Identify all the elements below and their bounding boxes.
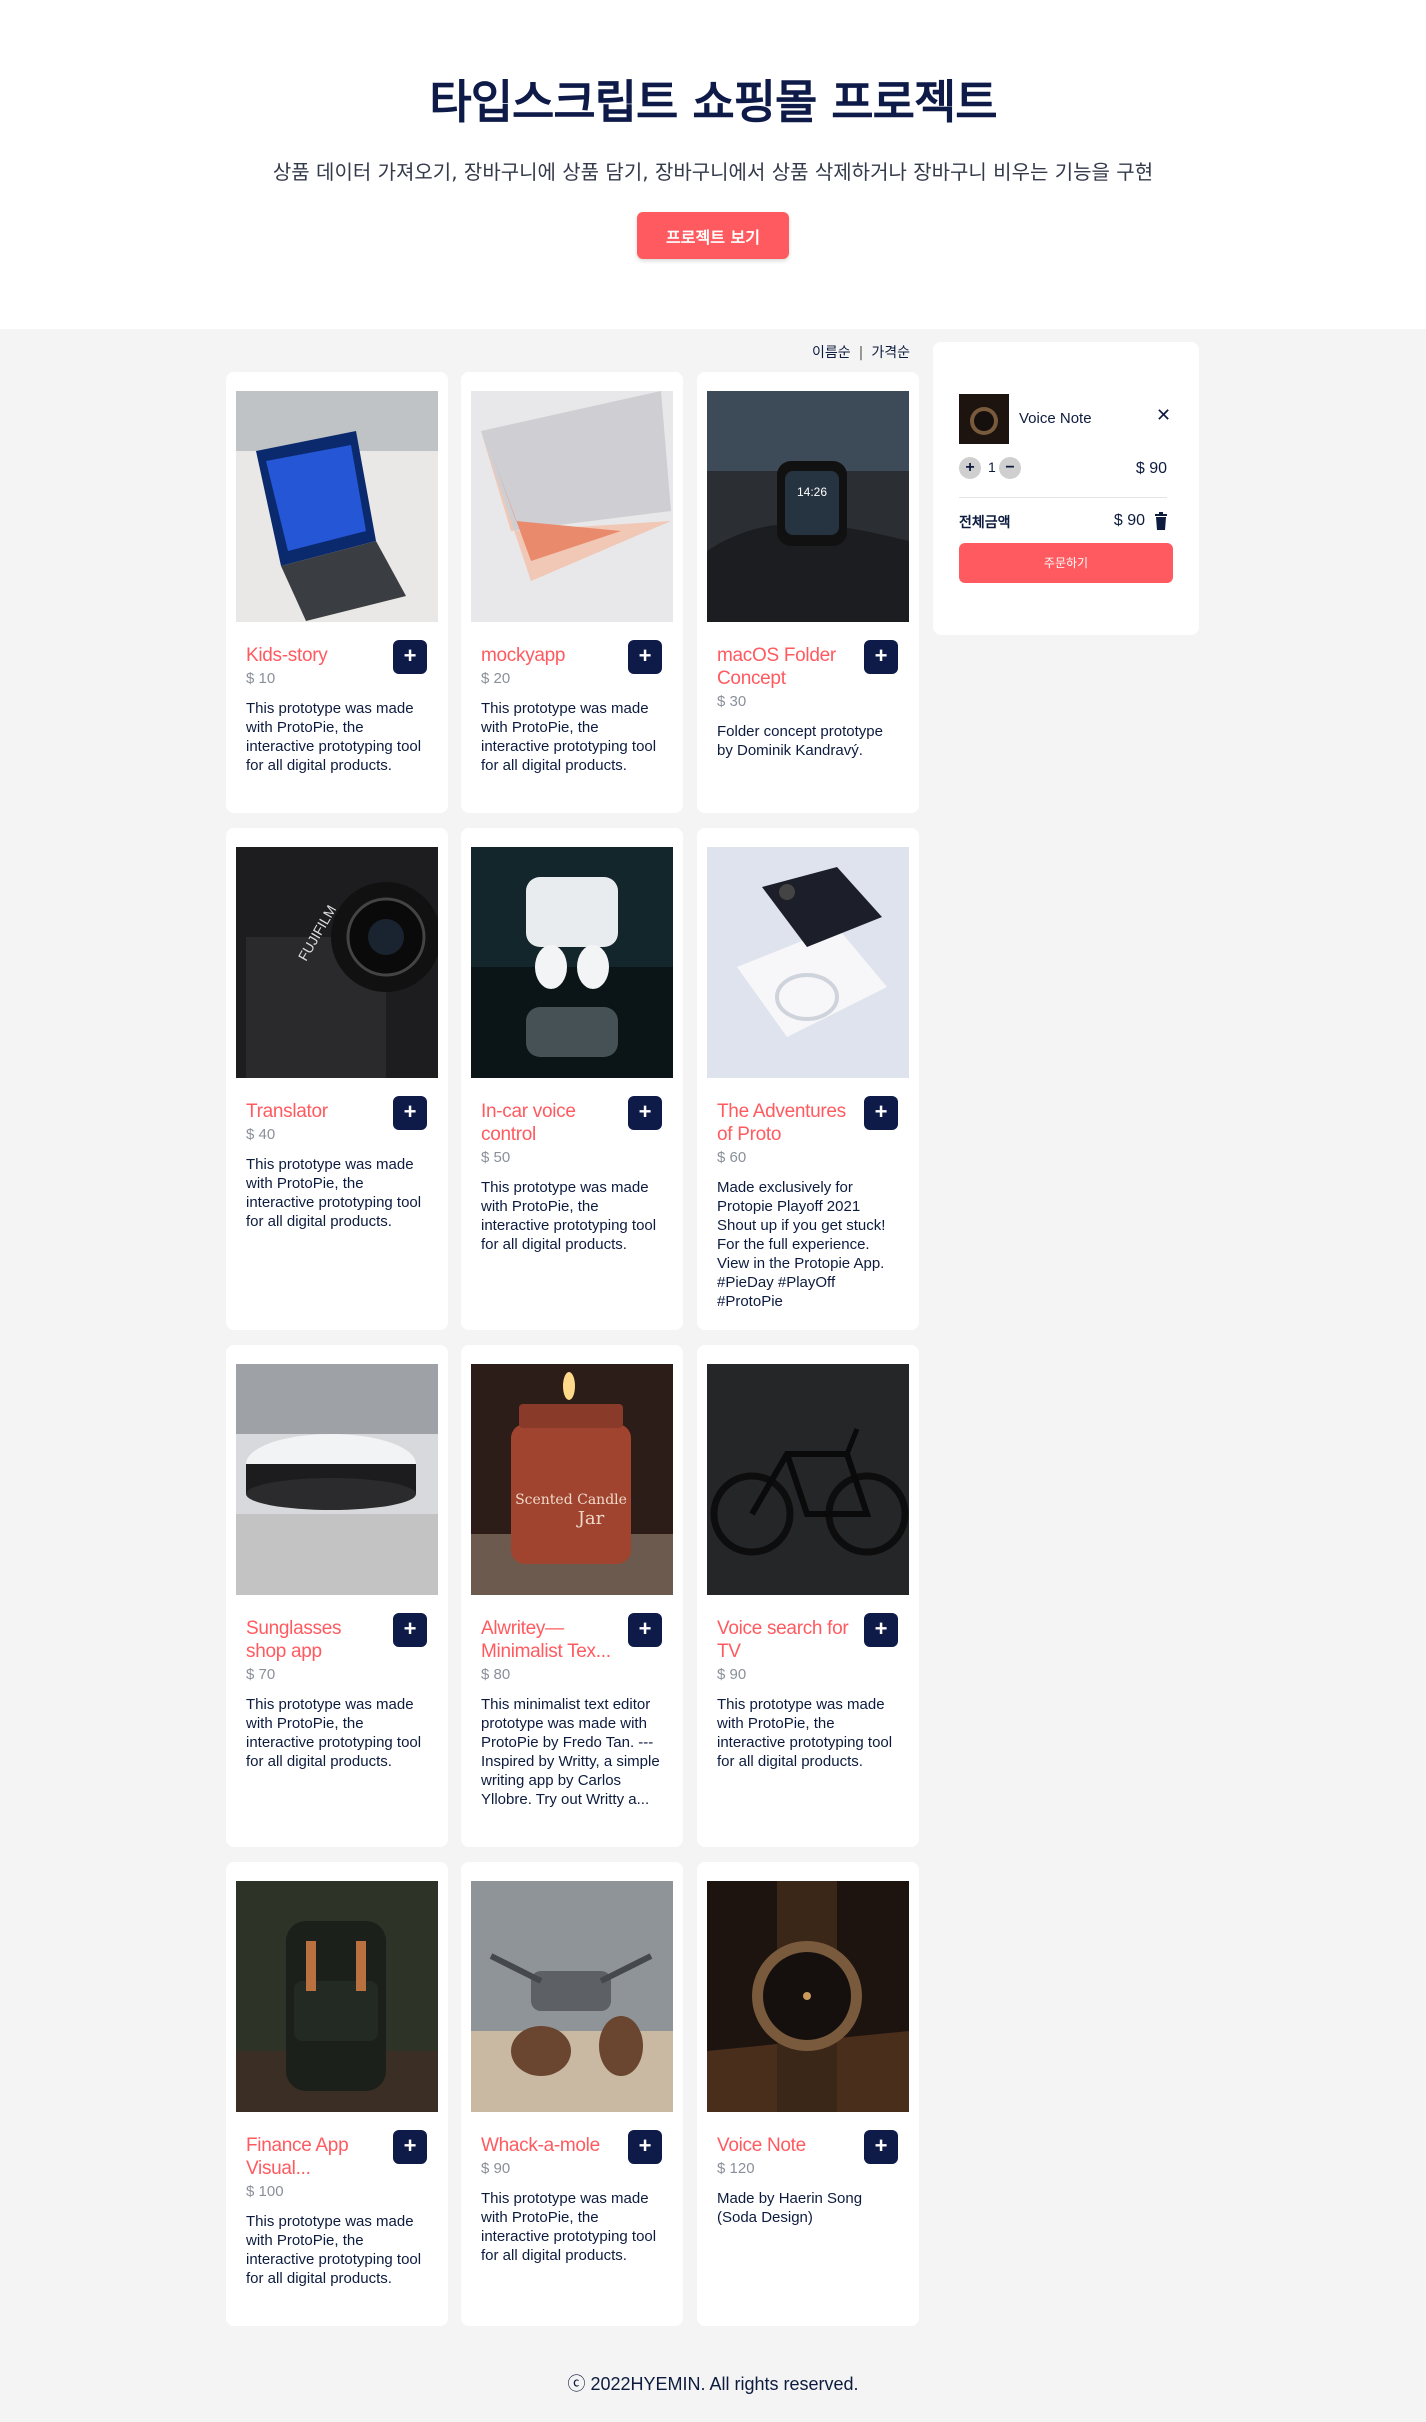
- hero-section: 타입스크립트 쇼핑몰 프로젝트 상품 데이터 가져오기, 장바구니에 상품 담기…: [0, 0, 1426, 329]
- svg-text:14:26: 14:26: [797, 485, 827, 499]
- wristwatch-icon: [959, 394, 1009, 444]
- product-description: This prototype was made with ProtoPie, t…: [481, 2190, 657, 2264]
- camera-icon: FUJIFILM: [236, 847, 438, 1078]
- product-description: This prototype was made with ProtoPie, t…: [481, 700, 657, 774]
- tablet-icon: [236, 391, 438, 622]
- product-card[interactable]: In-car voice control + $ 50 This prototy…: [461, 828, 683, 1330]
- product-card[interactable]: 14:26 macOS Folder Concept + $ 30 Folder…: [697, 372, 919, 813]
- product-card[interactable]: Kids-story + $ 10 This prototype was mad…: [226, 372, 448, 813]
- product-price: $ 70: [246, 1666, 276, 1683]
- product-name: In-car voice control: [481, 1101, 576, 1145]
- sort-by-price-button[interactable]: 가격순: [871, 345, 910, 361]
- remove-item-button[interactable]: ✕: [1156, 405, 1171, 426]
- product-price: $ 100: [246, 2183, 284, 2200]
- product-price: $ 120: [717, 2160, 755, 2177]
- sort-separator: |: [858, 345, 864, 361]
- product-description: This prototype was made with ProtoPie, t…: [481, 1179, 657, 1253]
- add-to-cart-button[interactable]: +: [628, 1096, 662, 1130]
- product-card[interactable]: Voice search for TV + $ 90 This prototyp…: [697, 1345, 919, 1847]
- product-description: This prototype was made with ProtoPie, t…: [246, 1156, 422, 1230]
- phone-icon: [707, 847, 909, 1078]
- view-project-button[interactable]: 프로젝트 보기: [637, 212, 789, 259]
- product-price: $ 40: [246, 1126, 276, 1143]
- product-card[interactable]: Whack-a-mole + $ 90 This prototype was m…: [461, 1862, 683, 2326]
- product-price: $ 20: [481, 670, 511, 687]
- product-description: This prototype was made with ProtoPie, t…: [246, 2213, 422, 2287]
- product-name: Voice search for TV: [717, 1618, 849, 1662]
- svg-text:Scented Candle: Scented Candle: [515, 1492, 627, 1508]
- add-to-cart-button[interactable]: +: [628, 1613, 662, 1647]
- product-card[interactable]: Voice Note + $ 120 Made by Haerin Song (…: [697, 1862, 919, 2326]
- drone-icon: [471, 1881, 673, 2112]
- add-to-cart-button[interactable]: +: [393, 1096, 427, 1130]
- product-description: Made by Haerin Song (Soda Design): [717, 2190, 863, 2226]
- product-name: Kids-story: [246, 645, 328, 666]
- smartwatch-icon: 14:26: [707, 391, 909, 622]
- robot-vacuum-icon: [236, 1364, 438, 1595]
- product-price: $ 50: [481, 1149, 511, 1166]
- decrease-quantity-button[interactable]: −: [999, 457, 1021, 479]
- cart-item-quantity: 1: [988, 459, 996, 475]
- product-price: $ 60: [717, 1149, 747, 1166]
- add-to-cart-button[interactable]: +: [393, 1613, 427, 1647]
- cart-divider: [959, 497, 1167, 498]
- product-name: mockyapp: [481, 645, 566, 666]
- product-name: The Adventures of Proto: [717, 1101, 846, 1145]
- sort-controls: 이름순 | 가격순: [800, 342, 910, 362]
- add-to-cart-button[interactable]: +: [393, 2130, 427, 2164]
- product-name: Whack-a-mole: [481, 2135, 600, 2156]
- laptop-icon: [471, 391, 673, 622]
- product-card[interactable]: Sunglasses shop app + $ 70 This prototyp…: [226, 1345, 448, 1847]
- product-description: Folder concept prototype by Dominik Kand…: [717, 723, 883, 759]
- product-name: Voice Note: [717, 2135, 806, 2156]
- add-to-cart-button[interactable]: +: [864, 1613, 898, 1647]
- product-name: Sunglasses shop app: [246, 1618, 342, 1662]
- sort-by-name-button[interactable]: 이름순: [812, 345, 851, 361]
- product-card[interactable]: mockyapp + $ 20 This prototype was made …: [461, 372, 683, 813]
- trash-icon[interactable]: [1154, 512, 1168, 530]
- product-price: $ 80: [481, 1666, 511, 1683]
- increase-quantity-button[interactable]: +: [959, 457, 981, 479]
- add-to-cart-button[interactable]: +: [628, 2130, 662, 2164]
- product-card[interactable]: Finance App Visual... + $ 100 This proto…: [226, 1862, 448, 2326]
- product-name: Alwritey—Minimalist Tex...: [481, 1618, 611, 1662]
- add-to-cart-button[interactable]: +: [864, 640, 898, 674]
- add-to-cart-button[interactable]: +: [864, 1096, 898, 1130]
- cart-item-name: Voice Note: [1019, 410, 1092, 427]
- product-description: This prototype was made with ProtoPie, t…: [246, 1696, 422, 1770]
- product-price: $ 90: [481, 2160, 511, 2177]
- candle-icon: Scented Candle Jar: [471, 1364, 673, 1595]
- wristwatch-icon: [707, 1881, 909, 2112]
- product-name: Translator: [246, 1101, 328, 1122]
- backpack-icon: [236, 1881, 438, 2112]
- cart-panel: Voice Note ✕ $ 90 + 1 − 전체금액 $ 90 주문하기: [933, 342, 1199, 635]
- bicycle-icon: [707, 1364, 909, 1595]
- earbuds-icon: [471, 847, 673, 1078]
- product-description: Made exclusively for Protopie Playoff 20…: [717, 1179, 886, 1310]
- svg-text:Jar: Jar: [576, 1508, 605, 1529]
- add-to-cart-button[interactable]: +: [393, 640, 427, 674]
- product-description: This minimalist text editor prototype wa…: [481, 1696, 660, 1808]
- page-title: 타입스크립트 쇼핑몰 프로젝트: [429, 75, 997, 129]
- product-card[interactable]: FUJIFILM Translator + $ 40 This prototyp…: [226, 828, 448, 1330]
- cart-total-value: $ 90: [1113, 512, 1145, 529]
- footer-copyright: ⓒ 2022HYEMIN. All rights reserved.: [567, 2374, 859, 2394]
- product-price: $ 10: [246, 670, 276, 687]
- product-card[interactable]: Scented Candle Jar Alwritey—Minimalist Te…: [461, 1345, 683, 1847]
- product-description: This prototype was made with ProtoPie, t…: [717, 1696, 893, 1770]
- product-card[interactable]: The Adventures of Proto + $ 60 Made excl…: [697, 828, 919, 1330]
- product-name: macOS Folder Concept: [717, 645, 836, 689]
- add-to-cart-button[interactable]: +: [864, 2130, 898, 2164]
- add-to-cart-button[interactable]: +: [628, 640, 662, 674]
- product-description: This prototype was made with ProtoPie, t…: [246, 700, 422, 774]
- product-price: $ 30: [717, 693, 747, 710]
- order-button[interactable]: 주문하기: [959, 543, 1173, 583]
- product-name: Finance App Visual...: [246, 2135, 349, 2179]
- product-price: $ 90: [717, 1666, 747, 1683]
- page-subtitle: 상품 데이터 가져오기, 장바구니에 상품 담기, 장바구니에서 상품 삭제하거…: [272, 160, 1154, 184]
